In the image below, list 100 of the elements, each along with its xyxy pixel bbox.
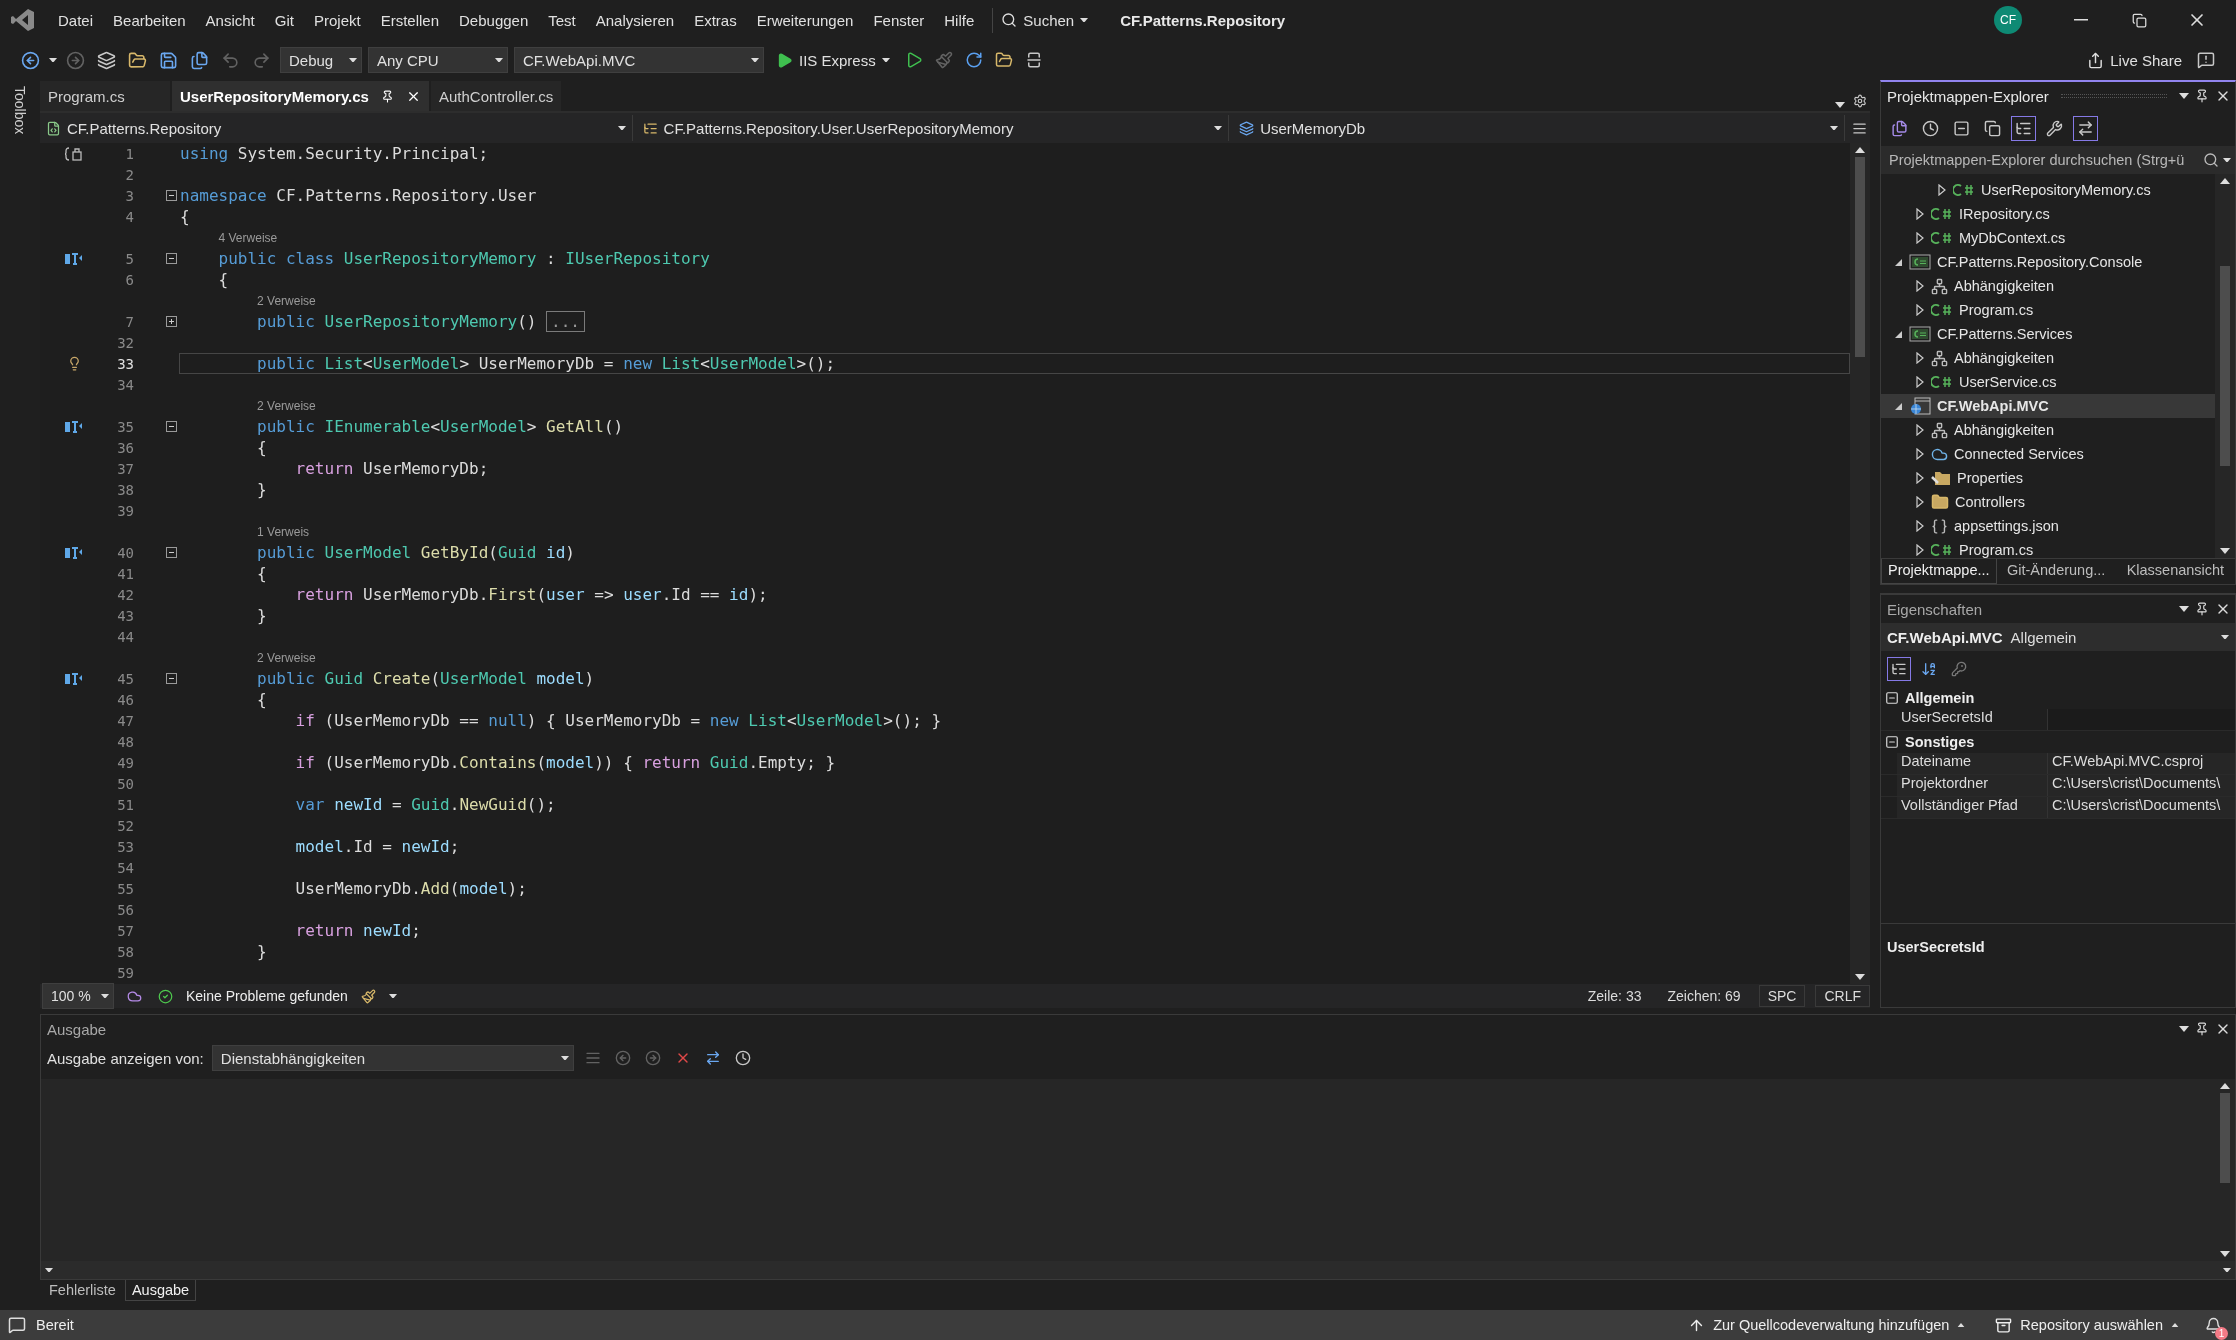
categorized-icon[interactable] [1891, 661, 1907, 677]
feedback-icon[interactable] [2197, 51, 2215, 69]
expand-arrow-icon[interactable] [1915, 424, 1925, 436]
caret-icon[interactable] [1957, 1322, 1966, 1328]
expand-arrow-icon[interactable] [1915, 472, 1925, 484]
solution-icon[interactable] [1891, 119, 1908, 137]
scroll-down-icon[interactable] [1855, 974, 1865, 980]
browse-icon[interactable] [994, 51, 1013, 69]
whitespace-indicator[interactable]: SPC [1758, 985, 1806, 1007]
menu-item[interactable]: Hilfe [934, 5, 985, 35]
word-wrap-icon[interactable] [704, 1050, 721, 1066]
menu-item[interactable]: Analysieren [585, 5, 685, 35]
redo-icon[interactable] [252, 50, 271, 70]
caret-icon[interactable] [2179, 606, 2189, 612]
scroll-up-icon[interactable] [1855, 147, 1865, 153]
tree-item[interactable]: Properties [1881, 466, 2215, 490]
caret-icon[interactable] [1835, 102, 1845, 108]
tree-item[interactable]: UserService.cs [1881, 370, 2215, 394]
pin-icon[interactable] [380, 89, 394, 103]
collapse-all-icon[interactable] [1953, 119, 1970, 137]
run-button[interactable]: IIS Express [770, 49, 896, 71]
expand-arrow-icon[interactable] [1915, 520, 1925, 532]
caret-icon[interactable] [560, 1055, 569, 1061]
caret-icon[interactable] [2221, 634, 2229, 640]
tree-item[interactable]: Program.cs [1881, 298, 2215, 322]
caret-icon[interactable] [349, 57, 357, 63]
key-icon[interactable] [1951, 661, 1967, 677]
toolbar-dropdown[interactable]: Any CPU [368, 47, 508, 73]
caret-icon[interactable] [2223, 157, 2231, 163]
reference-count[interactable]: 2 Verweise [257, 650, 316, 665]
line-ending-indicator[interactable]: CRLF [1815, 985, 1870, 1007]
expand-arrow-icon[interactable] [1915, 208, 1925, 220]
caret-icon[interactable] [101, 993, 109, 999]
reference-count[interactable]: 1 Verweis [257, 524, 310, 539]
scrollbar-thumb[interactable] [2220, 266, 2230, 466]
refresh-icon[interactable] [964, 51, 983, 69]
tree-item[interactable]: CF.WebApi.MVC [1881, 394, 2215, 418]
account-avatar[interactable]: CF [1994, 6, 2022, 34]
caret-icon[interactable] [617, 125, 626, 131]
expand-arrow-icon[interactable] [1915, 448, 1925, 460]
back-icon[interactable] [21, 50, 40, 70]
bracket-icon[interactable] [65, 145, 83, 162]
property-value[interactable]: CF.WebApi.MVC.csproj [2047, 753, 2235, 774]
property-name[interactable]: Projektordner [1897, 775, 2047, 796]
collapse-icon[interactable] [166, 547, 177, 558]
expand-arrow-icon[interactable] [1915, 496, 1925, 508]
toolbox-tab[interactable]: Toolbox [12, 86, 28, 135]
menu-item[interactable]: Fenster [863, 5, 935, 35]
sort-alphabetical-icon[interactable] [1921, 661, 1937, 677]
panel-tab[interactable]: Git-Änderung... [1996, 559, 2116, 584]
line-indicator[interactable]: Zeile: 33 [1579, 986, 1650, 1006]
scroll-down-icon[interactable] [2220, 1251, 2230, 1257]
menu-item[interactable]: Datei [48, 5, 104, 35]
live-share-button[interactable]: Live Share [2081, 49, 2188, 71]
property-value[interactable]: C:\Users\crist\Documents\ [2047, 775, 2235, 796]
next-icon[interactable] [644, 1050, 661, 1066]
reference-count[interactable]: 2 Verweise [257, 398, 316, 413]
caret-icon[interactable] [388, 993, 397, 999]
scroll-left-icon[interactable] [45, 1267, 53, 1273]
caret-icon[interactable] [2179, 93, 2189, 99]
hot-reload-icon[interactable] [934, 51, 953, 69]
menu-item[interactable]: Bearbeiten [103, 5, 196, 35]
previous-icon[interactable] [614, 1050, 631, 1066]
tree-item[interactable]: Abhängigkeiten [1881, 346, 2215, 370]
document-tab[interactable]: UserRepositoryMemory.cs [172, 81, 429, 111]
open-folder-icon[interactable] [128, 50, 147, 70]
expand-arrow-icon[interactable] [1915, 376, 1925, 388]
implements-icon[interactable] [65, 419, 83, 434]
collapse-icon[interactable] [166, 253, 177, 264]
collapse-icon[interactable] [166, 421, 177, 432]
caret-icon[interactable] [2179, 1026, 2189, 1032]
tree-item[interactable]: Abhängigkeiten [1881, 274, 2215, 298]
menu-item[interactable]: Extras [684, 5, 747, 35]
tree-item[interactable]: UserRepositoryMemory.cs [1881, 178, 2215, 202]
tree-item[interactable]: Connected Services [1881, 442, 2215, 466]
search-icon[interactable] [2203, 152, 2219, 168]
expand-arrow-icon[interactable] [1915, 544, 1925, 556]
panel-tab[interactable]: Klassenansicht [2115, 559, 2235, 584]
reference-count[interactable]: 4 Verweise [218, 230, 278, 245]
menu-item[interactable]: Test [538, 5, 586, 35]
copy-icon[interactable] [1984, 119, 2001, 137]
tree-item[interactable]: Program.cs [1881, 538, 2215, 558]
panel-tab[interactable]: Projektmappe... [1881, 559, 1997, 584]
expand-arrow-icon[interactable] [1915, 352, 1925, 364]
property-name[interactable]: Dateiname [1897, 753, 2047, 774]
document-tab[interactable]: Program.cs [40, 81, 170, 111]
toolbar-dropdown[interactable]: Debug [280, 47, 362, 73]
navigation-dropdown[interactable]: CF.Patterns.Repository.User.UserRepositoryMemory [636, 115, 1230, 141]
scrollbar-thumb[interactable] [2220, 1093, 2230, 1183]
caret-icon[interactable] [49, 57, 57, 63]
problems-status[interactable]: Keine Probleme gefunden [186, 988, 348, 1004]
caret-icon[interactable] [751, 57, 759, 63]
expand-arrow-icon[interactable] [1915, 232, 1925, 244]
object-selector[interactable]: CF.WebApi.MVC Allgemein [1881, 623, 2235, 651]
save-all-icon[interactable] [190, 50, 209, 70]
implements-icon[interactable] [65, 671, 83, 686]
menu-item[interactable]: Debuggen [449, 5, 539, 35]
caret-icon[interactable] [881, 57, 890, 63]
reference-count[interactable]: 2 Verweise [257, 293, 316, 308]
wrench-icon[interactable] [2046, 119, 2063, 137]
